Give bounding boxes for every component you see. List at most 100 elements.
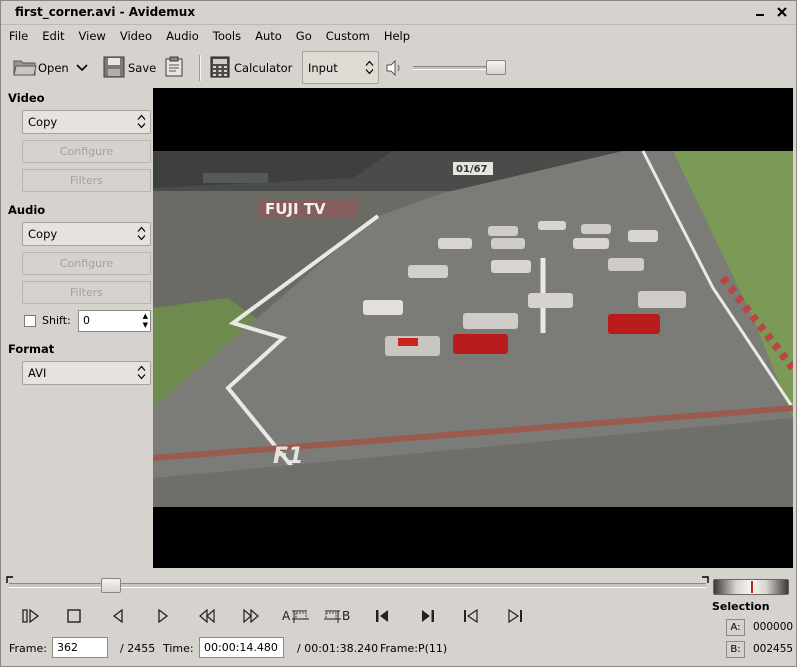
window-title: first_corner.avi - Avidemux — [15, 5, 196, 19]
toolbar: Open Save Calculator Input — [1, 47, 796, 87]
video-preview[interactable]: F1 01/67 FUJI TV — [152, 88, 797, 568]
previous-frame-button[interactable] — [107, 607, 129, 627]
marker-a-value: 000000 — [753, 621, 794, 633]
video-heading: Video — [8, 91, 45, 105]
marker-a-button[interactable]: A: — [726, 619, 745, 636]
calculator-label: Calculator — [234, 61, 293, 75]
folder-icon — [13, 57, 37, 80]
menu-edit[interactable]: Edit — [42, 29, 64, 43]
save-button[interactable]: Save — [103, 55, 156, 81]
race-scene: F1 01/67 FUJI TV — [152, 150, 797, 507]
video-codec-value: Copy — [28, 115, 58, 129]
time-input[interactable]: 00:00:14.480 — [199, 637, 284, 658]
spinner-icon[interactable]: ▲ ▼ — [143, 312, 148, 330]
timeline-handle[interactable] — [101, 578, 121, 593]
menu-bar: File Edit View Video Audio Tools Auto Go… — [1, 26, 796, 46]
open-button[interactable]: Open — [13, 55, 69, 81]
play-button[interactable] — [20, 607, 42, 627]
lap-counter: 01/67 — [456, 164, 488, 175]
marker-b-value: 002455 — [753, 643, 794, 655]
audio-heading: Audio — [8, 203, 46, 217]
goto-end-button[interactable] — [416, 607, 438, 627]
updown-arrows-icon — [136, 365, 146, 381]
menu-custom[interactable]: Custom — [326, 29, 370, 43]
shift-value: 0 — [83, 314, 90, 327]
menu-help[interactable]: Help — [384, 29, 410, 43]
jog-shuttle[interactable] — [713, 579, 789, 595]
updown-arrows-icon — [364, 60, 374, 75]
save-label: Save — [128, 61, 157, 75]
total-frames: / 2455 — [120, 642, 156, 655]
jog-indicator — [751, 581, 753, 593]
next-frame-button[interactable] — [152, 607, 174, 627]
shift-checkbox[interactable] — [24, 315, 36, 327]
marker-a-set-icon: A — [282, 607, 310, 628]
volume-icon[interactable] — [386, 59, 404, 79]
svg-text:A: A — [282, 609, 291, 623]
updown-arrows-icon — [136, 226, 146, 242]
rewind-icon — [198, 608, 216, 626]
frame-input[interactable]: 362 — [52, 637, 108, 658]
audio-configure-button[interactable]: Configure — [22, 252, 151, 275]
svg-text:B: B — [342, 609, 350, 623]
minimize-icon[interactable] — [753, 5, 769, 21]
shift-label: Shift: — [42, 314, 71, 327]
avidemux-window: first_corner.avi - Avidemux File Edit Vi… — [0, 0, 797, 667]
menu-tools[interactable]: Tools — [213, 29, 241, 43]
broadcaster-logo: FUJI TV — [265, 200, 326, 218]
set-marker-a-button[interactable]: A — [282, 607, 310, 627]
next-keyframe-button[interactable] — [240, 607, 262, 627]
clipboard-icon — [163, 56, 185, 81]
menu-file[interactable]: File — [9, 29, 28, 43]
audio-codec-select[interactable]: Copy — [22, 222, 151, 246]
next-black-frame-button[interactable] — [504, 607, 526, 627]
skip-end-icon — [419, 609, 435, 626]
marker-b-button[interactable]: B: — [726, 641, 745, 658]
time-label: Time: — [163, 642, 194, 655]
goto-start-button[interactable] — [372, 607, 394, 627]
updown-arrows-icon — [136, 114, 146, 130]
close-icon[interactable] — [774, 5, 790, 21]
next-black-frame-icon — [507, 608, 523, 626]
display-mode-value: Input — [308, 60, 338, 75]
video-filters-button[interactable]: Filters — [22, 169, 151, 192]
display-mode-select[interactable]: Input — [302, 51, 379, 84]
video-configure-button[interactable]: Configure — [22, 140, 151, 163]
volume-slider-handle[interactable] — [486, 60, 506, 75]
calculator-button[interactable]: Calculator — [210, 55, 292, 81]
frame-type: Frame:P(11) — [380, 642, 448, 655]
format-heading: Format — [8, 342, 55, 356]
menu-view[interactable]: View — [79, 29, 106, 43]
format-value: AVI — [28, 366, 47, 380]
format-select[interactable]: AVI — [22, 361, 151, 385]
chevron-down-icon — [76, 61, 88, 75]
audio-filters-button[interactable]: Filters — [22, 281, 151, 304]
menu-video[interactable]: Video — [120, 29, 152, 43]
selection-heading: Selection — [712, 600, 770, 613]
skip-start-icon — [375, 609, 391, 626]
marker-b-set-icon: B — [324, 607, 352, 628]
video-codec-select[interactable]: Copy — [22, 110, 151, 134]
recent-dropdown-button[interactable] — [76, 55, 88, 81]
shift-input[interactable]: 0 ▲ ▼ — [78, 310, 151, 332]
stop-icon — [67, 608, 81, 626]
prev-frame-icon — [112, 608, 124, 626]
menu-audio[interactable]: Audio — [166, 29, 199, 43]
menu-auto[interactable]: Auto — [255, 29, 282, 43]
fast-forward-icon — [242, 608, 260, 626]
svg-text:F1: F1 — [273, 444, 303, 469]
frame-label: Frame: — [9, 642, 47, 655]
calculator-icon — [210, 56, 230, 81]
next-frame-icon — [157, 608, 169, 626]
stop-button[interactable] — [63, 607, 85, 627]
previous-black-frame-button[interactable] — [460, 607, 482, 627]
toolbar-separator — [199, 55, 201, 81]
total-time: / 00:01:38.240 — [297, 642, 379, 655]
set-marker-b-button[interactable]: B — [324, 607, 352, 627]
title-bar: first_corner.avi - Avidemux — [1, 1, 796, 25]
properties-button[interactable] — [163, 55, 185, 81]
floppy-icon — [103, 56, 125, 81]
previous-keyframe-button[interactable] — [196, 607, 218, 627]
menu-go[interactable]: Go — [296, 29, 312, 43]
open-label: Open — [38, 61, 69, 75]
